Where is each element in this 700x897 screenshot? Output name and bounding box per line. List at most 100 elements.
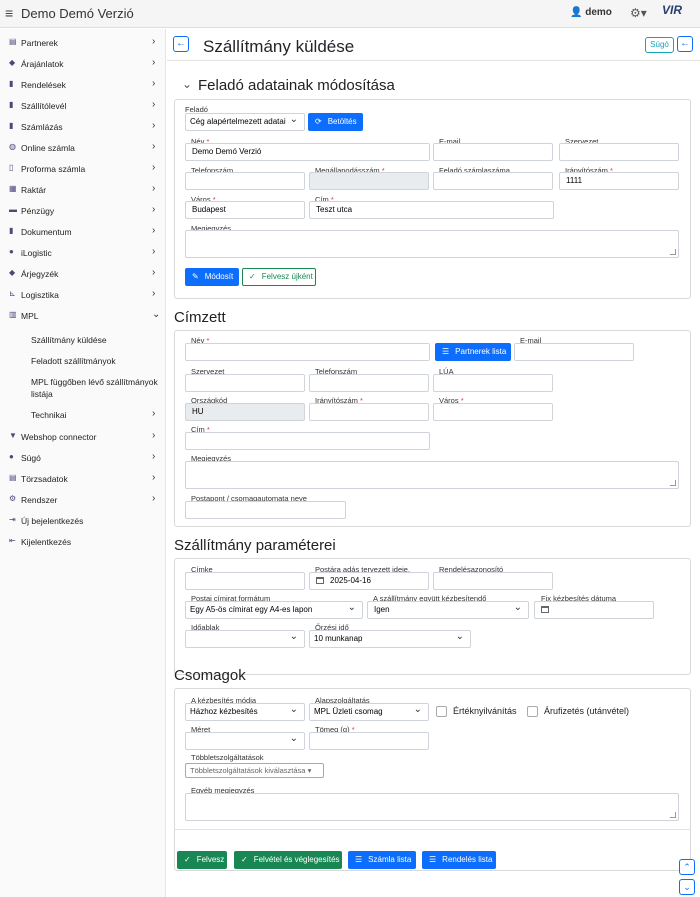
sender-address-input[interactable]: Teszt utca (309, 201, 554, 219)
fixed-delivery-date-input[interactable] (534, 601, 654, 619)
weight-input[interactable] (309, 732, 429, 750)
recipient-name-input[interactable] (185, 343, 430, 361)
app-title[interactable]: Demo Demó Verzió (21, 6, 134, 21)
sidebar-item-partnerek[interactable]: ▤ Partnerek › (0, 33, 166, 53)
order-list-button[interactable]: ☰ Rendelés lista (422, 851, 496, 869)
sidebar-item-proforma-szamla[interactable]: ▯ Proforma számla › (0, 159, 166, 179)
sidebar-item-arajanlatok[interactable]: ◆ Árajánlatok › (0, 54, 166, 74)
page-header: ← Szállítmány küldése Súgó ← (167, 29, 700, 61)
back-button-right[interactable]: ← (677, 36, 693, 52)
cod-checkbox[interactable] (527, 706, 538, 717)
save-as-new-button[interactable]: ✓ Felvesz újként (242, 268, 316, 286)
chevron-right-icon: › (152, 183, 156, 194)
invoice-list-button[interactable]: ☰ Számla lista (348, 851, 416, 869)
felvesz-button[interactable]: ✓ Felvesz (177, 851, 227, 869)
sender-city-input[interactable]: Budapest (185, 201, 305, 219)
sidebar-item-logisztika[interactable]: ⊾ Logisztika › (0, 285, 166, 305)
sender-zip-input[interactable]: 1111 (559, 172, 679, 190)
base-service-select[interactable]: MPL Üzleti csomag (309, 703, 429, 721)
sidebar-item-ilogistic[interactable]: ● iLogistic › (0, 243, 166, 263)
question-icon: ● (9, 452, 14, 461)
postapont-input[interactable] (185, 501, 346, 519)
posting-date-input[interactable]: 2025-04-16 (309, 572, 429, 590)
folder-icon: ▮ (9, 226, 14, 235)
label-input[interactable] (185, 572, 305, 590)
sidebar-item-szallitolevel[interactable]: ▮ Szállítólevél › (0, 96, 166, 116)
sidebar-subitem-mpl-fuggoben-line2[interactable]: listája (0, 384, 166, 404)
hamburger-menu-icon[interactable]: ≡ (5, 5, 13, 21)
deliver-together-select[interactable]: Igen (367, 601, 529, 619)
sidebar-item-kijelentkezes[interactable]: ⇤ Kijelentkezés (0, 532, 166, 552)
size-select[interactable] (185, 732, 305, 750)
partners-list-button[interactable]: ☰ Partnerek lista (435, 343, 511, 361)
sidebar-item-dokumentum[interactable]: ▮ Dokumentum › (0, 222, 166, 242)
chevron-right-icon: › (152, 267, 156, 278)
sidebar-item-rendszer[interactable]: ⚙ Rendszer › (0, 490, 166, 510)
recipient-lua-input[interactable] (433, 374, 553, 392)
sender-note-textarea[interactable] (185, 230, 679, 258)
address-format-select[interactable]: Egy A5-ös címirat egy A4-es lapon (185, 601, 363, 619)
modify-button[interactable]: ✎ Módosít (185, 268, 239, 286)
divider (174, 829, 691, 830)
sidebar-subitem-szallitmany-kuldese[interactable]: Szállítmány küldése (0, 330, 166, 350)
recipient-org-input[interactable] (185, 374, 305, 392)
sidebar-item-penzugy[interactable]: ▬ Pénzügy › (0, 201, 166, 221)
sidebar-item-raktar[interactable]: ▦ Raktár › (0, 180, 166, 200)
login-icon: ⇥ (9, 515, 16, 524)
settings-gear-icon[interactable]: ⚙▾ (630, 6, 647, 20)
top-navbar: ≡ Demo Demó Verzió 👤 demo ⚙▾ VIR (0, 0, 700, 28)
chevron-right-icon: › (152, 408, 156, 419)
sidebar-subitem-technikai[interactable]: Technikai › (0, 405, 166, 425)
user-menu[interactable]: 👤 demo (570, 7, 612, 18)
value-declaration-checkbox[interactable] (436, 706, 447, 717)
recipient-address-input[interactable] (185, 432, 430, 450)
recipient-section-title: Címzett (174, 309, 226, 326)
retention-time-select[interactable]: 10 munkanap (309, 630, 471, 648)
help-button[interactable]: Súgó (645, 37, 674, 53)
chevron-right-icon: › (152, 99, 156, 110)
recipient-phone-input[interactable] (309, 374, 429, 392)
sender-name-input[interactable]: Demo Demó Verzió (185, 143, 430, 161)
sidebar-subitem-feladott-szallitmanyok[interactable]: Feladott szállítmányok (0, 351, 166, 371)
sidebar-item-torzsadatok[interactable]: ▤ Törzsadatok › (0, 469, 166, 489)
chevron-right-icon: › (152, 430, 156, 441)
recipient-note-textarea[interactable] (185, 461, 679, 489)
time-window-select[interactable] (185, 630, 305, 648)
page-title: Szállítmány küldése (203, 37, 355, 56)
felado-select[interactable]: Cég alapértelmezett adatai (185, 113, 305, 131)
sidebar-item-webshop-connector[interactable]: ▼ Webshop connector › (0, 427, 166, 447)
packages-card: A kézbesítés módja Házhoz kézbesítés Ala… (174, 688, 691, 871)
recipient-city-input[interactable] (433, 403, 553, 421)
sender-phone-input[interactable] (185, 172, 305, 190)
sidebar-item-szamlazas[interactable]: ▮ Számlázás › (0, 117, 166, 137)
back-button[interactable]: ← (173, 36, 189, 52)
recipient-zip-input[interactable] (309, 403, 429, 421)
recipient-email-input[interactable] (514, 343, 634, 361)
sidebar-item-rendelesek[interactable]: ▮ Rendelések › (0, 75, 166, 95)
document-icon: ▯ (9, 163, 14, 172)
sender-org-input[interactable] (559, 143, 679, 161)
sender-email-input[interactable] (433, 143, 553, 161)
other-note-textarea[interactable] (185, 793, 679, 821)
sidebar-item-mpl[interactable]: ▥ MPL ⌄ (0, 306, 166, 326)
sidebar-item-arjegyzek[interactable]: ◆ Árjegyzék › (0, 264, 166, 284)
extra-services-multiselect[interactable]: Többletszolgáltatások kiválasztása ▾ (185, 763, 324, 778)
scroll-down-button[interactable]: ⌄ (679, 879, 695, 895)
scroll-up-button[interactable]: ⌃ (679, 859, 695, 875)
sender-account-input[interactable] (433, 172, 553, 190)
chevron-right-icon: › (152, 225, 156, 236)
delivery-mode-select[interactable]: Házhoz kézbesítés (185, 703, 305, 721)
sidebar-item-online-szamla[interactable]: ◍ Online számla › (0, 138, 166, 158)
sender-agreement-input[interactable] (309, 172, 429, 190)
felvetel-veglegesites-button[interactable]: ✓ Felvétel és véglegesítés (234, 851, 342, 869)
sender-section-title[interactable]: ⌄ Feladó adatainak módosítása (182, 77, 395, 94)
chevron-right-icon: › (152, 493, 156, 504)
recipient-country-input[interactable]: HU (185, 403, 305, 421)
money-icon: ▬ (9, 205, 17, 214)
order-id-input[interactable] (433, 572, 553, 590)
load-button[interactable]: ⟳ Betöltés (308, 113, 363, 131)
check-icon: ✓ (184, 855, 191, 864)
sidebar-item-sugo[interactable]: ● Súgó › (0, 448, 166, 468)
chevron-right-icon: › (152, 288, 156, 299)
sidebar-item-uj-bejelentkezes[interactable]: ⇥ Új bejelentkezés (0, 511, 166, 531)
